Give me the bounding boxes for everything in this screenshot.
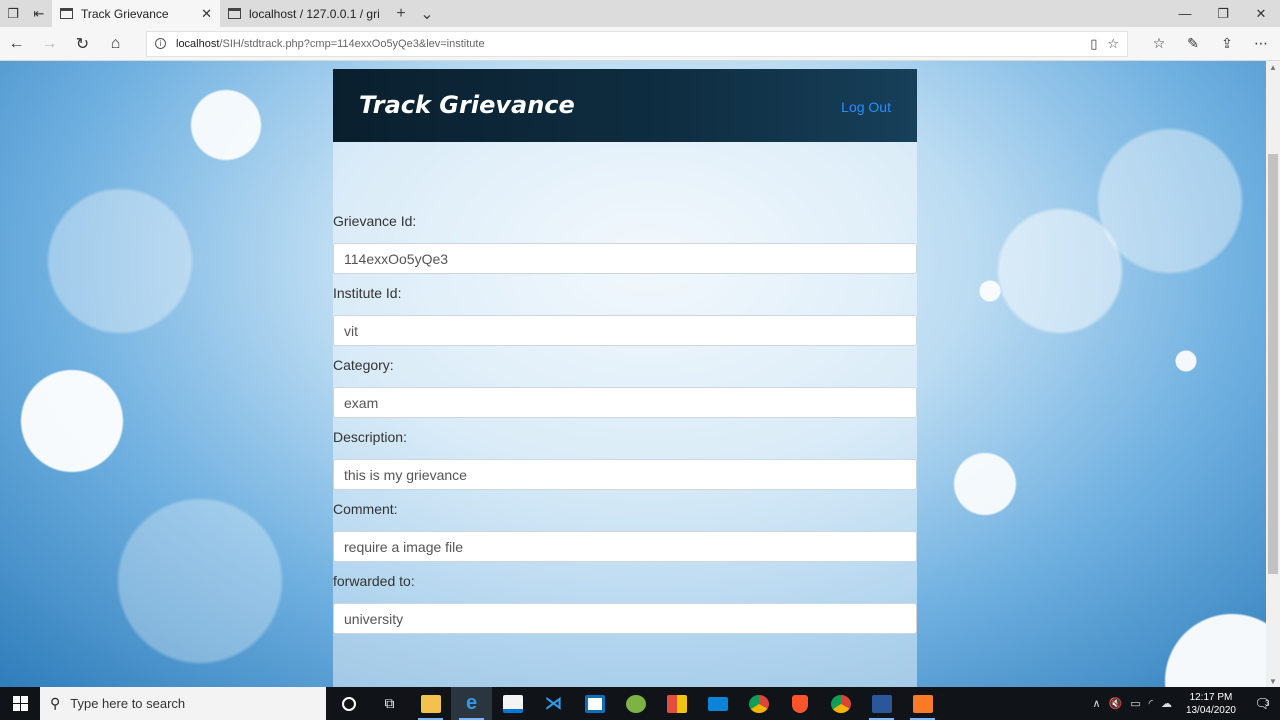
restore-icon[interactable]: ❐ [1204,0,1242,27]
brave-icon[interactable] [779,687,820,720]
page-viewport: Track Grievance Log Out Grievance Id: In… [0,61,1266,687]
clock-date: 13/04/2020 [1185,704,1236,716]
app-window-icon[interactable] [574,687,615,720]
minimize-icon[interactable]: — [1166,0,1204,27]
pen-icon[interactable]: ✎ [1178,35,1208,52]
taskbar-apps: ⧉ e ⋊ [328,687,943,720]
mute-icon[interactable]: 🔇 [1109,697,1123,710]
file-explorer-icon[interactable] [410,687,451,720]
tab-title: localhost / 127.0.0.1 / grieva [249,6,380,21]
share-icon[interactable]: ⇪ [1212,35,1242,52]
tab-bar: ❐ ⇤ Track Grievance ✕ localhost / 127.0.… [0,0,1280,27]
info-icon[interactable]: i [155,38,166,49]
favorite-star-icon[interactable]: ☆ [1107,36,1119,52]
close-window-icon[interactable]: ✕ [1242,0,1280,27]
search-icon: ⚲ [50,695,61,711]
grievance-form: Grievance Id: Institute Id: Category: De… [333,211,917,643]
task-view-icon[interactable]: ⧉ [369,687,410,720]
taskbar-search[interactable]: ⚲ Type here to search [40,687,326,720]
address-bar[interactable]: i localhost/SIH/stdtrack.php?cmp=114exxO… [146,30,1128,57]
office-icon[interactable] [656,687,697,720]
clock-time: 12:17 PM [1189,691,1233,703]
tab-title: Track Grievance [81,6,169,21]
page-icon [60,8,73,19]
page-title: Track Grievance [359,91,575,119]
notification-count: 3 [1265,699,1270,708]
windows-logo-icon [12,696,28,711]
chrome-dev-icon[interactable] [820,687,861,720]
store-icon[interactable] [492,687,533,720]
url-text[interactable]: localhost/SIH/stdtrack.php?cmp=114exxOo5… [176,38,1080,50]
chevron-up-icon[interactable]: ∧ [1093,697,1101,710]
chevron-down-icon[interactable]: ⌄ [414,0,440,27]
description-label: Description: [333,429,407,445]
system-tray: ∧ 🔇 ▭ ◜ ☁ 12:17 PM 13/04/2020 🗨 3 [1093,691,1280,717]
scroll-up-icon[interactable]: ▲ [1266,61,1280,73]
favorites-icon[interactable]: ☆ [1144,35,1174,52]
description-field[interactable] [333,459,917,490]
new-tab-icon[interactable]: + [388,0,414,27]
more-icon[interactable]: ⋯ [1246,35,1276,52]
mail-icon[interactable] [697,687,738,720]
forward-icon[interactable]: → [33,27,66,61]
close-tab-icon[interactable]: ✕ [201,6,212,22]
category-label: Category: [333,357,394,373]
page-header: Track Grievance Log Out [333,69,917,142]
home-icon[interactable]: ⌂ [99,27,132,61]
browser-tools: ☆ ✎ ⇪ ⋯ [1144,35,1276,52]
chrome-icon[interactable] [738,687,779,720]
grievance-id-field[interactable] [333,243,917,274]
forwarded-to-field[interactable] [333,603,917,634]
android-studio-icon[interactable] [615,687,656,720]
logout-link[interactable]: Log Out [841,99,891,115]
taskbar: ⚲ Type here to search ⧉ e ⋊ ∧ 🔇 ▭ ◜ ☁ 12… [0,687,1280,720]
tab-phpmyadmin[interactable]: localhost / 127.0.0.1 / grieva [220,0,388,27]
reading-view-icon[interactable]: ▯ [1090,36,1097,52]
page-icon [228,8,241,19]
word-icon[interactable] [861,687,902,720]
xampp-icon[interactable] [902,687,943,720]
scroll-thumb[interactable] [1268,154,1278,574]
tab-actions-icon[interactable]: ❐ [0,0,26,27]
clock[interactable]: 12:17 PM 13/04/2020 [1186,691,1236,717]
content-panel: Track Grievance Log Out Grievance Id: In… [333,69,917,687]
back-icon[interactable]: ← [0,27,33,61]
cortana-icon[interactable] [328,687,369,720]
vscode-icon[interactable]: ⋊ [533,687,574,720]
address-toolbar: ← → ↻ ⌂ i localhost/SIH/stdtrack.php?cmp… [0,27,1280,61]
set-tabs-aside-icon[interactable]: ⇤ [26,0,52,27]
edge-icon[interactable]: e [451,687,492,720]
institute-id-field[interactable] [333,315,917,346]
notification-icon[interactable]: 🗨 3 [1250,694,1274,714]
grievance-id-label: Grievance Id: [333,213,417,229]
scroll-down-icon[interactable]: ▼ [1266,675,1280,687]
institute-id-label: Institute Id: [333,285,402,301]
search-placeholder: Type here to search [70,696,186,711]
window-controls: — ❐ ✕ [1166,0,1280,27]
tab-track-grievance[interactable]: Track Grievance ✕ [52,0,220,27]
comment-field[interactable] [333,531,917,562]
category-field[interactable] [333,387,917,418]
battery-icon[interactable]: ▭ [1130,697,1140,710]
start-button[interactable] [0,687,40,720]
onedrive-icon[interactable]: ☁ [1161,697,1172,710]
forwarded-to-label: forwarded to: [333,573,415,589]
vertical-scrollbar[interactable]: ▲ ▼ [1266,61,1280,687]
comment-label: Comment: [333,501,398,517]
refresh-icon[interactable]: ↻ [66,27,99,61]
wifi-icon[interactable]: ◜ [1149,697,1153,710]
